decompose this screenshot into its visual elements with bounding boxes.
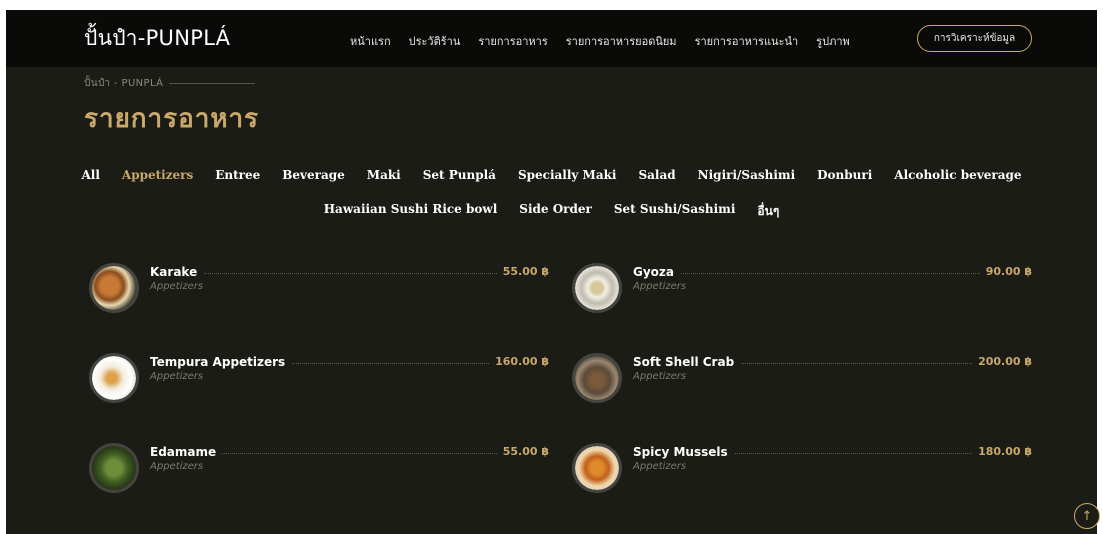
- category-nigiri-sashimi[interactable]: Nigiri/Sashimi: [698, 168, 795, 182]
- nav-home[interactable]: หน้าแรก: [350, 32, 391, 50]
- category-salad[interactable]: Salad: [638, 168, 675, 182]
- item-category: Appetizers: [633, 461, 687, 472]
- dot-leader: [150, 273, 549, 274]
- dumpling-icon: [572, 263, 622, 313]
- page-frame: ปั้นปำ-PUNPLÁ หน้าแรก ประวัติร้าน รายการ…: [6, 10, 1097, 534]
- item-price: 55.00 ฿: [496, 445, 549, 458]
- item-category: Appetizers: [150, 281, 204, 292]
- nav-menu[interactable]: รายการอาหาร: [478, 32, 547, 50]
- arrow-up-icon: ↑: [1081, 508, 1093, 524]
- top-navbar: ปั้นปำ-PUNPLÁ หน้าแรก ประวัติร้าน รายการ…: [6, 10, 1097, 67]
- scroll-to-top-button[interactable]: ↑: [1074, 503, 1100, 529]
- category-filter-row-2: Hawaiian Sushi Rice bowl Side Order Set …: [84, 202, 1019, 221]
- category-specially-maki[interactable]: Specially Maki: [518, 168, 617, 182]
- item-price: 200.00 ฿: [972, 355, 1032, 368]
- item-name: Edamame: [150, 445, 223, 459]
- item-price: 90.00 ฿: [979, 265, 1032, 278]
- brand-logo[interactable]: ปั้นปำ-PUNPLÁ: [84, 22, 230, 55]
- nav-popular[interactable]: รายการอาหารยอดนิยม: [566, 32, 677, 50]
- item-name: Gyoza: [633, 265, 680, 279]
- category-appetizers[interactable]: Appetizers: [122, 168, 193, 182]
- mussel-icon: [572, 443, 622, 493]
- category-all[interactable]: All: [81, 168, 99, 182]
- category-filter-row-1: All Appetizers Entree Beverage Maki Set …: [81, 168, 1021, 182]
- category-set-punpla[interactable]: Set Punplá: [423, 168, 496, 182]
- breadcrumb: ปั้นปำ - PUNPLÁ: [84, 76, 256, 91]
- item-category: Appetizers: [150, 371, 204, 382]
- category-maki[interactable]: Maki: [367, 168, 401, 182]
- category-alcoholic-beverage[interactable]: Alcoholic beverage: [894, 168, 1021, 182]
- category-set-sushi-sashimi[interactable]: Set Sushi/Sashimi: [614, 202, 736, 221]
- dot-leader: [633, 273, 1032, 274]
- item-price: 180.00 ฿: [972, 445, 1032, 458]
- nav-gallery[interactable]: รูปภาพ: [816, 32, 850, 50]
- breadcrumb-text[interactable]: ปั้นปำ - PUNPLÁ: [84, 76, 163, 91]
- category-donburi[interactable]: Donburi: [817, 168, 872, 182]
- menu-item[interactable]: Soft Shell Crab 200.00 ฿ Appetizers: [572, 353, 1032, 409]
- category-entree[interactable]: Entree: [215, 168, 260, 182]
- main-nav: หน้าแรก ประวัติร้าน รายการอาหาร รายการอา…: [350, 32, 850, 50]
- page-title: รายการอาหาร: [84, 104, 260, 134]
- fried-chicken-icon: [89, 263, 139, 313]
- item-name: Soft Shell Crab: [633, 355, 741, 369]
- category-side-order[interactable]: Side Order: [519, 202, 592, 221]
- analytics-button[interactable]: การวิเคราะห์ข้อมูล: [917, 25, 1032, 52]
- item-category: Appetizers: [633, 371, 687, 382]
- item-price: 160.00 ฿: [489, 355, 549, 368]
- nav-recommended[interactable]: รายการอาหารแนะนำ: [695, 32, 799, 50]
- item-category: Appetizers: [150, 461, 204, 472]
- menu-item[interactable]: Spicy Mussels 180.00 ฿ Appetizers: [572, 443, 1032, 499]
- breadcrumb-divider: [169, 83, 256, 84]
- item-name: Spicy Mussels: [633, 445, 734, 459]
- nav-history[interactable]: ประวัติร้าน: [409, 32, 461, 50]
- menu-item[interactable]: Karake 55.00 ฿ Appetizers: [89, 263, 549, 319]
- category-other[interactable]: อื่นๆ: [757, 202, 779, 221]
- item-price: 55.00 ฿: [496, 265, 549, 278]
- crab-icon: [572, 353, 622, 403]
- item-name: Karake: [150, 265, 204, 279]
- menu-item[interactable]: Gyoza 90.00 ฿ Appetizers: [572, 263, 1032, 319]
- menu-item[interactable]: Tempura Appetizers 160.00 ฿ Appetizers: [89, 353, 549, 409]
- category-beverage[interactable]: Beverage: [282, 168, 345, 182]
- item-name: Tempura Appetizers: [150, 355, 292, 369]
- menu-item[interactable]: Edamame 55.00 ฿ Appetizers: [89, 443, 549, 499]
- tempura-icon: [89, 353, 139, 403]
- category-hawaiian-sushi-rice-bowl[interactable]: Hawaiian Sushi Rice bowl: [324, 202, 498, 221]
- item-category: Appetizers: [633, 281, 687, 292]
- edamame-icon: [89, 443, 139, 493]
